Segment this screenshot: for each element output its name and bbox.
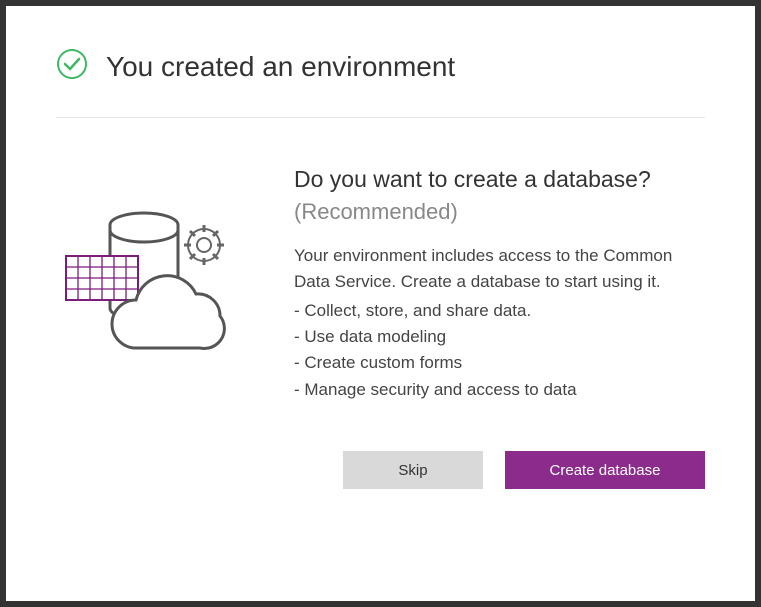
list-item: - Manage security and access to data [294, 377, 705, 403]
content-text: Do you want to create a database? (Recom… [294, 166, 705, 489]
database-illustration-icon [56, 166, 266, 489]
success-checkmark-icon [56, 48, 88, 85]
list-item: - Collect, store, and share data. [294, 298, 705, 324]
dialog-content: Do you want to create a database? (Recom… [56, 166, 705, 489]
bullet-list: - Collect, store, and share data. - Use … [294, 298, 705, 403]
recommended-label: (Recommended) [294, 199, 705, 225]
list-item: - Use data modeling [294, 324, 705, 350]
dialog-header: You created an environment [56, 48, 705, 118]
skip-button[interactable]: Skip [343, 451, 483, 489]
create-database-button[interactable]: Create database [505, 451, 705, 489]
environment-created-dialog: You created an environment [6, 6, 755, 601]
dialog-title: You created an environment [106, 50, 455, 84]
list-item: - Create custom forms [294, 350, 705, 376]
content-description: Your environment includes access to the … [294, 243, 705, 296]
content-subtitle: Do you want to create a database? [294, 166, 705, 193]
dialog-footer: Skip Create database [294, 451, 705, 489]
